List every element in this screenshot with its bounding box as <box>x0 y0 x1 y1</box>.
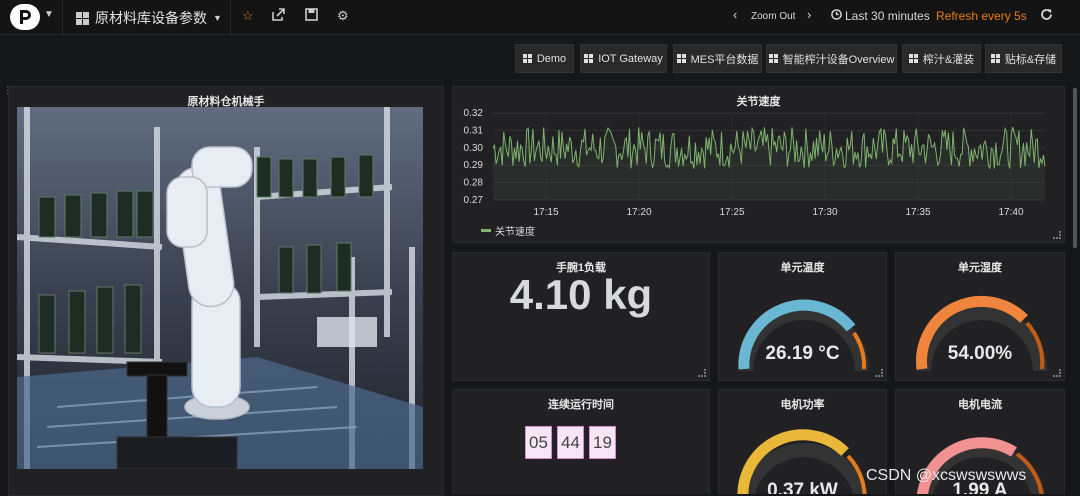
dashboard-grid-icon <box>76 11 89 25</box>
legend-label: 关节速度 <box>495 227 535 238</box>
runtime-seconds: 19 <box>589 426 616 459</box>
series-area <box>493 127 1045 200</box>
y-tick-label: 0.29 <box>464 160 484 171</box>
x-tick-label: 17:15 <box>533 207 558 218</box>
power-panel: 电机功率 0.37 kW <box>718 389 887 494</box>
y-tick-label: 0.27 <box>464 195 484 206</box>
x-tick-label: 17:25 <box>719 207 744 218</box>
nav-juicing-filling-button[interactable]: 榨汁&灌装 <box>902 44 981 73</box>
nav-iot-gateway-button[interactable]: IOT Gateway <box>580 44 667 73</box>
chart-legend[interactable]: 关节速度 <box>481 223 535 238</box>
app-logo-icon[interactable] <box>10 4 40 30</box>
nav-mes-button[interactable]: MES平台数据 <box>673 44 762 73</box>
share-icon[interactable] <box>272 8 285 24</box>
load-value: 4.10 kg <box>509 271 653 318</box>
humidity-panel: 单元湿度 54.00% <box>895 252 1065 381</box>
nav-label: IOT Gateway <box>598 52 663 65</box>
dashboard-grid-icon <box>522 54 532 63</box>
dashboard-picker[interactable]: 原材料库设备参数 ▼ <box>76 8 222 28</box>
refresh-icon[interactable] <box>1040 8 1053 24</box>
dashboard-grid-icon <box>908 54 918 63</box>
nav-labeling-storage-button[interactable]: 贴标&存储 <box>985 44 1062 73</box>
joint-speed-panel: 关节速度 0.32 0.31 0.30 0.29 0.28 0.27 17:15 17:20 1… <box>452 86 1065 243</box>
x-tick-label: 17:30 <box>812 207 837 218</box>
dashboard-grid-icon <box>990 54 1000 63</box>
save-icon[interactable] <box>305 8 318 24</box>
resize-handle-icon[interactable] <box>698 369 706 377</box>
dashboard-title: 原材料库设备参数 <box>95 10 207 26</box>
clock-icon <box>831 9 842 23</box>
divider <box>230 0 231 34</box>
nav-demo-button[interactable]: Demo <box>515 44 574 73</box>
y-tick-label: 0.31 <box>464 125 484 136</box>
x-tick-label: 17:35 <box>905 207 930 218</box>
nav-label: MES平台数据 <box>690 53 759 66</box>
divider <box>62 0 63 34</box>
nav-label: 榨汁&灌装 <box>922 53 975 66</box>
y-tick-label: 0.28 <box>464 178 484 189</box>
x-tick-label: 17:20 <box>626 207 651 218</box>
load-panel: 手腕1负载 4.10 kg <box>452 252 710 381</box>
legend-swatch <box>481 229 491 232</box>
watermark: CSDN @xcswswswws <box>866 467 1027 484</box>
nav-label: Demo <box>536 52 567 65</box>
time-range-picker[interactable]: Last 30 minutes <box>845 9 930 23</box>
gear-icon[interactable]: ⚙ <box>337 8 349 24</box>
nav-label: 智能榨汁设备Overview <box>782 53 895 66</box>
temperature-panel: 单元温度 26.19 °C <box>718 252 887 381</box>
robot-scene-image <box>17 107 423 469</box>
resize-handle-icon[interactable] <box>875 369 883 377</box>
chevron-right-icon[interactable]: › <box>807 7 811 22</box>
y-tick-label: 0.30 <box>464 143 484 154</box>
runtime-minutes: 44 <box>557 426 584 459</box>
caret-down-icon: ▼ <box>213 13 222 23</box>
dashboard-grid-icon <box>768 54 778 63</box>
y-tick-label: 0.32 <box>464 108 484 119</box>
zoom-out-button[interactable]: Zoom Out <box>751 11 795 22</box>
dashboard-grid-icon <box>676 54 686 63</box>
power-value: 0.37 kW <box>767 480 838 494</box>
power-gauge <box>737 429 868 494</box>
caret-down-icon[interactable]: ▼ <box>44 9 54 20</box>
top-bar: ▼ 原材料库设备参数 ▼ ☆ ⚙ ‹ Zoom Out › Last 30 mi… <box>0 0 1080 35</box>
temperature-value: 26.19 °C <box>765 343 840 364</box>
resize-handle-icon[interactable] <box>1053 231 1061 239</box>
refresh-interval-picker[interactable]: Refresh every 5s <box>936 9 1027 23</box>
chevron-left-icon[interactable]: ‹ <box>733 7 737 22</box>
nav-label: 贴标&存储 <box>1004 53 1057 66</box>
runtime-hours: 05 <box>525 426 552 459</box>
nav-juicer-overview-button[interactable]: 智能榨汁设备Overview <box>766 44 897 73</box>
joint-speed-chart: 0.32 0.31 0.30 0.29 0.28 0.27 17:15 17:20 17:25 1… <box>464 108 1046 218</box>
resize-handle-icon[interactable] <box>1053 369 1061 377</box>
dashboard-grid-icon <box>584 54 594 63</box>
x-tick-label: 17:40 <box>998 207 1023 218</box>
humidity-value: 54.00% <box>947 343 1013 364</box>
panel-title: 连续运行时间 <box>548 399 614 411</box>
star-icon[interactable]: ☆ <box>242 8 254 24</box>
scrollbar[interactable] <box>1073 88 1077 248</box>
